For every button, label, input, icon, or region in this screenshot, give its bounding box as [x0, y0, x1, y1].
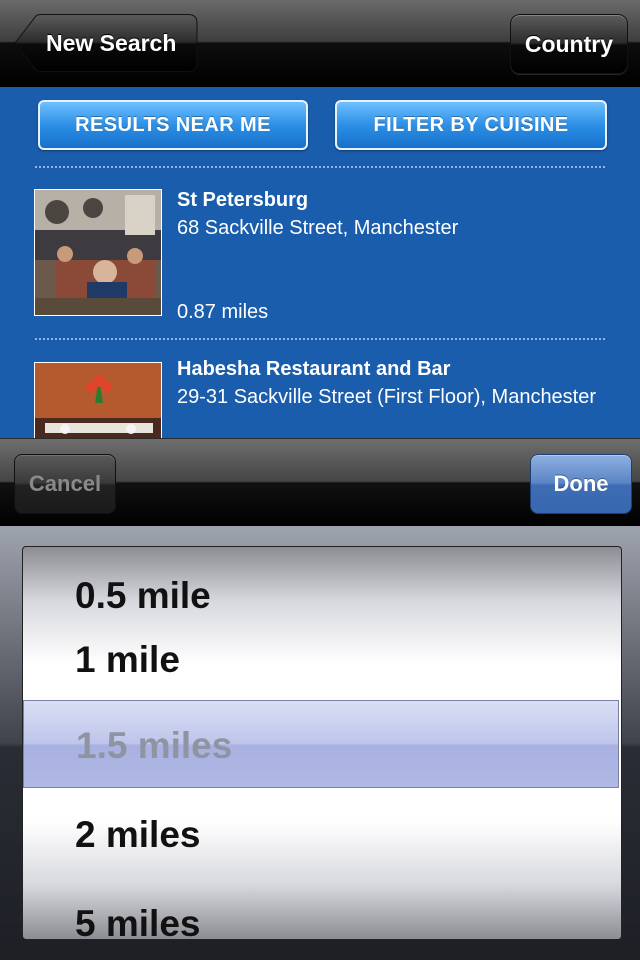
restaurant-photo	[34, 189, 162, 316]
filter-by-cuisine-button[interactable]: FILTER BY CUISINE	[335, 100, 607, 150]
picker-option[interactable]: 5 miles	[75, 903, 200, 939]
picker-selection-band: 1.5 miles	[23, 700, 619, 788]
restaurant-photo	[34, 362, 162, 438]
restaurant-address: 29-31 Sackville Street (First Floor), Ma…	[177, 386, 597, 408]
new-search-back-button[interactable]: New Search	[14, 14, 198, 72]
results-panel: RESULTS NEAR ME FILTER BY CUISINE St Pet…	[0, 87, 640, 438]
restaurant-name: Habesha Restaurant and Bar	[177, 358, 451, 380]
picker-toolbar: Cancel Done	[0, 438, 640, 527]
picker-option[interactable]: 1 mile	[75, 639, 180, 681]
results-near-me-button[interactable]: RESULTS NEAR ME	[38, 100, 308, 150]
restaurant-address: 68 Sackville Street, Manchester	[177, 217, 459, 239]
navigation-bar: New Search Country	[0, 0, 640, 87]
divider	[35, 338, 605, 340]
done-button[interactable]: Done	[530, 454, 632, 514]
picker-selected-option[interactable]: 1.5 miles	[76, 725, 232, 767]
cancel-button[interactable]: Cancel	[14, 454, 116, 514]
restaurant-distance: 0.87 miles	[177, 301, 269, 323]
divider	[35, 166, 605, 168]
picker-option[interactable]: 0.5 mile	[75, 575, 211, 617]
restaurant-name: St Petersburg	[177, 189, 309, 211]
new-search-label: New Search	[46, 30, 177, 56]
picker-option[interactable]: 2 miles	[75, 814, 200, 856]
country-button[interactable]: Country	[509, 14, 628, 74]
